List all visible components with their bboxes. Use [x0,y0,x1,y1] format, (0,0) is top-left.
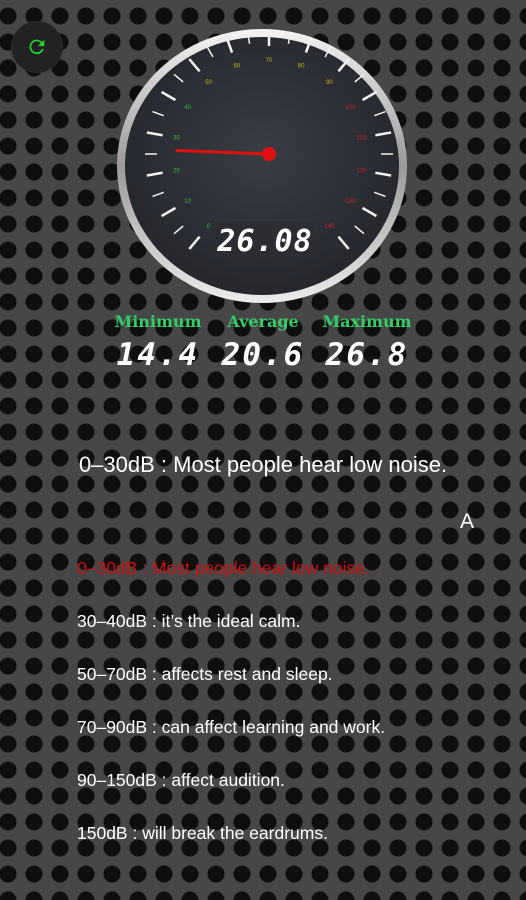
gauge-scale-label: 110 [357,136,367,142]
current-level-text: 0–30dB : Most people hear low noise. [78,452,448,477]
gauge-scale-label: 30 [173,136,180,142]
noise-level-list: 0–30dB : Most people hear low noise. 30–… [77,557,385,875]
gauge-scale-label: 80 [298,64,305,70]
level-item-70-90db: 70–90dB : can affect learning and work. [77,717,386,737]
level-item-90-150db: 90–150dB : affect audition. [77,770,285,790]
gauge-scale-label: 20 [173,168,180,174]
maximum-stat: Maximum 26.8 [317,312,417,373]
average-label: Average [227,312,299,331]
gauge-scale-label: 100 [345,105,356,111]
stats-panel: Minimum 14.4 Average 20.6 Maximum 26.8 [0,312,526,382]
text-size-button[interactable]: A [460,510,474,534]
gauge-reading: 26.08 [216,224,312,259]
minimum-label: Minimum [114,312,202,331]
gauge-scale-label: 90 [326,80,333,86]
average-value: 20.6 [221,337,305,373]
average-stat: Average 20.6 [213,312,313,373]
level-item-0-30db: 0–30dB : Most people hear low noise. [77,558,370,578]
minimum-stat: Minimum 14.4 [108,312,208,373]
gauge-scale-label: 40 [184,105,191,111]
gauge-scale-label: 50 [205,80,212,86]
level-item-150db: 150dB : will break the eardrums. [77,823,328,843]
gauge-scale-label: 120 [357,168,368,174]
level-item-50-70db: 50–70dB : affects rest and sleep. [77,664,333,684]
gauge-scale-label: 10 [184,199,191,205]
refresh-icon [29,39,45,55]
maximum-value: 26.8 [325,337,409,373]
sound-meter-gauge: 0 10 20 30 40 50 60 70 80 90 100 110 120 130 140 26.08 [117,29,407,303]
needle-hub [262,147,276,161]
gauge-scale-label: 130 [345,199,356,205]
gauge-scale-label: 140 [324,224,335,230]
gauge-scale-label: 70 [266,58,273,64]
gauge-scale-label: 60 [234,64,241,70]
level-item-30-40db: 30–40dB : it’s the ideal calm. [77,611,301,631]
minimum-value: 14.4 [116,337,200,373]
refresh-button[interactable] [12,22,62,72]
maximum-label: Maximum [322,312,412,331]
